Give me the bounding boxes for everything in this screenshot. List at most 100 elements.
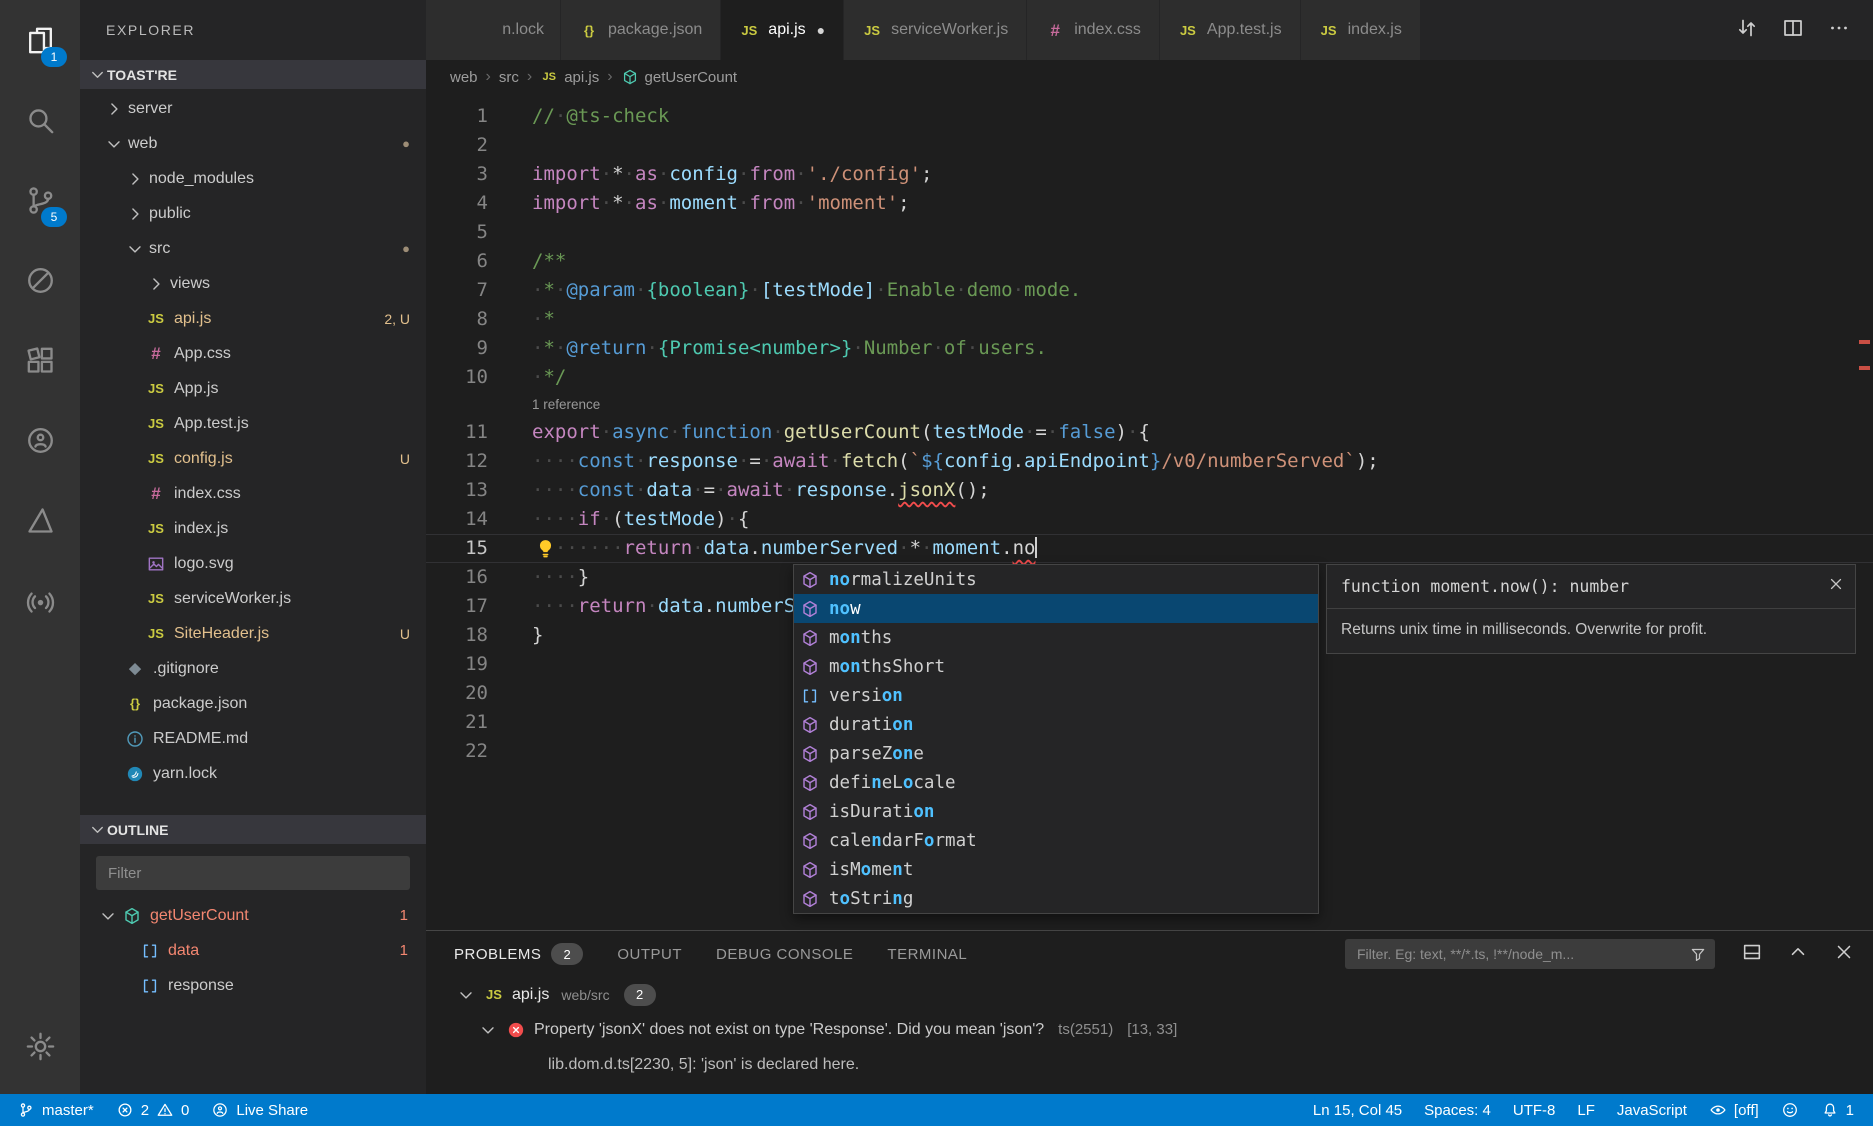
- status-eol[interactable]: LF: [1566, 1094, 1606, 1126]
- tab-n-lock[interactable]: n.lock: [426, 0, 561, 60]
- panel-tab-problems[interactable]: PROBLEMS2: [454, 943, 583, 965]
- suggestion-calendarformat[interactable]: calendarFormat: [794, 826, 1318, 855]
- activitybar-source-control[interactable]: 5: [0, 160, 80, 240]
- status-notifications[interactable]: 1: [1810, 1094, 1865, 1126]
- outline-item-getusercount[interactable]: getUserCount1: [80, 898, 426, 933]
- status-cursor-position[interactable]: Ln 15, Col 45: [1302, 1094, 1413, 1126]
- code-line[interactable]: 13····const·data·=·await·response.jsonX(…: [426, 476, 1873, 505]
- panel-position-button[interactable]: [1741, 941, 1763, 968]
- tab-package-json[interactable]: {}package.json: [561, 0, 721, 60]
- activitybar-debug[interactable]: [0, 240, 80, 320]
- status-screencast[interactable]: [off]: [1698, 1094, 1770, 1126]
- panel-tab-debug-console[interactable]: DEBUG CONSOLE: [716, 946, 853, 963]
- split-editor-button[interactable]: [1781, 16, 1805, 45]
- breadcrumb-web[interactable]: web: [450, 69, 478, 86]
- suggestion-parsezone[interactable]: parseZone: [794, 739, 1318, 768]
- code-line[interactable]: 1//·@ts-check: [426, 102, 1873, 131]
- suggestion-version[interactable]: version: [794, 681, 1318, 710]
- suggestion-tostring[interactable]: toString: [794, 884, 1318, 913]
- code-line[interactable]: 6/**: [426, 247, 1873, 276]
- tree-item-app-css[interactable]: #App.css: [80, 336, 426, 371]
- codelens[interactable]: 1 reference: [532, 392, 1873, 418]
- code-line[interactable]: 5: [426, 218, 1873, 247]
- status-indentation[interactable]: Spaces: 4: [1413, 1094, 1502, 1126]
- status-encoding[interactable]: UTF-8: [1502, 1094, 1567, 1126]
- tree-item-index-css[interactable]: #index.css: [80, 476, 426, 511]
- outline-item-data[interactable]: data1: [80, 933, 426, 968]
- problem-file-row[interactable]: JSapi.jsweb/src2: [426, 977, 1873, 1012]
- close-icon[interactable]: [1827, 575, 1845, 593]
- suggestion-duration[interactable]: duration: [794, 710, 1318, 739]
- problems-filter-input[interactable]: [1355, 945, 1681, 963]
- activitybar-live-share[interactable]: [0, 400, 80, 480]
- more-actions-button[interactable]: [1827, 16, 1851, 45]
- suggestion-monthsshort[interactable]: monthsShort: [794, 652, 1318, 681]
- tree-item-views[interactable]: views: [80, 266, 426, 301]
- close-panel-button[interactable]: [1833, 941, 1855, 968]
- outline-item-response[interactable]: response: [80, 968, 426, 1003]
- code-line[interactable]: 14····if·(testMode)·{: [426, 505, 1873, 534]
- status-live-share[interactable]: Live Share: [200, 1094, 319, 1126]
- section-header-project[interactable]: TOAST'RE: [80, 60, 426, 89]
- suggestion-isduration[interactable]: isDuration: [794, 797, 1318, 826]
- activitybar-settings[interactable]: [0, 1006, 80, 1086]
- tree-item-app-test-js[interactable]: JSApp.test.js: [80, 406, 426, 441]
- code-line[interactable]: 12····const·response·=·await·fetch(`${co…: [426, 447, 1873, 476]
- tree-item-gitignore[interactable]: ◆.gitignore: [80, 651, 426, 686]
- tree-item-server[interactable]: server: [80, 91, 426, 126]
- tree-item-node-modules[interactable]: node_modules: [80, 161, 426, 196]
- tab-app-test-js[interactable]: JSApp.test.js: [1160, 0, 1301, 60]
- tab-api-js[interactable]: JSapi.js●: [721, 0, 844, 60]
- tree-item-siteheader-js[interactable]: JSSiteHeader.jsU: [80, 616, 426, 651]
- code-line[interactable]: 11export·async·function·getUserCount(tes…: [426, 418, 1873, 447]
- suggestion-now[interactable]: now: [794, 594, 1318, 623]
- activitybar-broadcast[interactable]: [0, 560, 80, 640]
- suggestion-ismoment[interactable]: isMoment: [794, 855, 1318, 884]
- open-changes-button[interactable]: [1735, 16, 1759, 45]
- status-feedback[interactable]: [1770, 1094, 1810, 1126]
- status-git-branch[interactable]: master*: [6, 1094, 105, 1126]
- code-line[interactable]: 3import·*·as·config·from·'./config';: [426, 160, 1873, 189]
- tree-item-yarn-lock[interactable]: yarn.lock: [80, 756, 426, 791]
- problem-row[interactable]: Property 'jsonX' does not exist on type …: [426, 1012, 1873, 1047]
- code-line[interactable]: 15········return·data.numberServed·*·mom…: [426, 534, 1873, 563]
- breadcrumb-getusercount[interactable]: getUserCount: [621, 68, 738, 86]
- maximize-panel-button[interactable]: [1787, 941, 1809, 968]
- tree-item-src[interactable]: src●: [80, 231, 426, 266]
- code-line[interactable]: 2: [426, 131, 1873, 160]
- activitybar-extensions[interactable]: [0, 320, 80, 400]
- tree-item-api-js[interactable]: JSapi.js2, U: [80, 301, 426, 336]
- tree-item-index-js[interactable]: JSindex.js: [80, 511, 426, 546]
- suggestion-definelocale[interactable]: defineLocale: [794, 768, 1318, 797]
- activitybar-search[interactable]: [0, 80, 80, 160]
- breadcrumb-src[interactable]: src: [499, 69, 519, 86]
- tree-item-serviceworker-js[interactable]: JSserviceWorker.js: [80, 581, 426, 616]
- code-line[interactable]: 9·*·@return·{Promise<number>}·Number·of·…: [426, 334, 1873, 363]
- tab-index-css[interactable]: #index.css: [1027, 0, 1160, 60]
- tree-item-logo-svg[interactable]: logo.svg: [80, 546, 426, 581]
- suggestion-normalizeunits[interactable]: normalizeUnits: [794, 565, 1318, 594]
- tree-item-package-json[interactable]: {}package.json: [80, 686, 426, 721]
- panel-tab-terminal[interactable]: TERMINAL: [887, 946, 967, 963]
- code-line[interactable]: 4import·*·as·moment·from·'moment';: [426, 189, 1873, 218]
- breadcrumb-api-js[interactable]: JSapi.js: [540, 68, 599, 86]
- panel-tab-output[interactable]: OUTPUT: [617, 946, 682, 963]
- activitybar-explorer[interactable]: 1: [0, 0, 80, 80]
- tree-item-web[interactable]: web●: [80, 126, 426, 161]
- tree-item-app-js[interactable]: JSApp.js: [80, 371, 426, 406]
- status-problems[interactable]: 20: [105, 1094, 201, 1126]
- tree-item-public[interactable]: public: [80, 196, 426, 231]
- code-line[interactable]: 7·*·@param·{boolean}·[testMode]·Enable·d…: [426, 276, 1873, 305]
- tree-item-readme-md[interactable]: README.md: [80, 721, 426, 756]
- section-header-outline[interactable]: OUTLINE: [80, 815, 426, 844]
- code-line[interactable]: 10·*/: [426, 363, 1873, 392]
- tab-index-js[interactable]: JSindex.js: [1301, 0, 1421, 60]
- problem-related-row[interactable]: lib.dom.d.ts[2230, 5]: 'json' is declare…: [426, 1047, 1873, 1082]
- tree-item-config-js[interactable]: JSconfig.jsU: [80, 441, 426, 476]
- activitybar-azure[interactable]: [0, 480, 80, 560]
- suggestion-months[interactable]: months: [794, 623, 1318, 652]
- status-language[interactable]: JavaScript: [1606, 1094, 1698, 1126]
- lightbulb-icon[interactable]: [534, 537, 557, 560]
- tab-serviceworker-js[interactable]: JSserviceWorker.js: [844, 0, 1027, 60]
- outline-filter-input[interactable]: [106, 864, 400, 883]
